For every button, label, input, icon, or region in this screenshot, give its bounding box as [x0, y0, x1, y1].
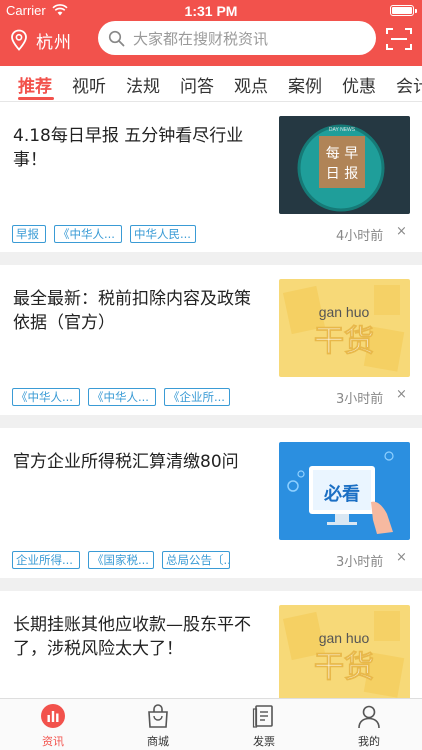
search-input[interactable]: 大家都在搜财税资讯	[98, 21, 376, 55]
thumb-bikan-text: 必看	[323, 483, 360, 505]
tab-recommend[interactable]: 推荐	[18, 72, 52, 97]
article-thumbnail: 必看	[279, 442, 410, 540]
article-title: 官方企业所得税汇算清缴80问	[13, 452, 239, 472]
tab-benefits[interactable]: 优惠	[342, 72, 376, 97]
article-card[interactable]: 4.18每日早报 五分钟看尽行业事！ DAY NEWS 每 早 日 报 早报 《…	[0, 102, 422, 252]
article-time: 3小时前	[336, 555, 384, 570]
app-header: Carrier 1:31 PM 杭州 大家都在搜财税资讯	[0, 0, 422, 66]
nav-label: 商城	[147, 735, 169, 748]
thumb-day-news: DAY NEWS	[329, 127, 356, 133]
search-icon	[108, 30, 125, 46]
article-title: 长期挂账其他应收款—股东平不了，涉税风险太大了！	[13, 615, 251, 659]
article-time: 4小时前	[336, 229, 384, 244]
invoice-icon	[252, 705, 273, 728]
thumb-text-line1: 每 早	[326, 146, 358, 162]
thumb-ganhuo-text: 干货	[314, 650, 374, 685]
search-placeholder: 大家都在搜财税资讯	[133, 29, 269, 48]
dismiss-icon[interactable]: ×	[396, 550, 407, 565]
article-feed: 4.18每日早报 五分钟看尽行业事！ DAY NEWS 每 早 日 报 早报 《…	[0, 102, 422, 698]
thumb-pinyin: gan huo	[319, 630, 370, 646]
tab-regulations[interactable]: 法规	[126, 72, 160, 97]
article-card[interactable]: 长期挂账其他应收款—股东平不了，涉税风险太大了！ gan huo 干货	[0, 591, 422, 698]
dismiss-icon[interactable]: ×	[396, 224, 407, 239]
nav-mall[interactable]: 商城	[128, 703, 188, 749]
news-chart-icon	[41, 704, 65, 728]
shopping-bag-icon	[148, 704, 168, 728]
article-tag[interactable]: 《中华人...	[54, 225, 122, 243]
thumb-ganhuo-text: 干货	[314, 324, 374, 359]
article-tag[interactable]: 中华人民...	[130, 225, 196, 243]
tab-qa[interactable]: 问答	[180, 72, 214, 97]
battery-icon	[390, 5, 417, 16]
article-tag[interactable]: 《中华人...	[88, 388, 156, 406]
tab-accounting[interactable]: 会计	[396, 72, 422, 97]
tab-opinion[interactable]: 观点	[234, 72, 268, 97]
thumb-text-line2: 日 报	[326, 166, 358, 182]
thumb-pinyin: gan huo	[319, 304, 370, 320]
tab-video[interactable]: 视听	[72, 72, 106, 97]
nav-label: 发票	[253, 735, 275, 748]
article-tag[interactable]: 《企业所...	[164, 388, 230, 406]
article-card[interactable]: 最全最新：税前扣除内容及政策依据（官方） gan huo 干货 《中华人... …	[0, 265, 422, 415]
tab-cases[interactable]: 案例	[288, 72, 322, 97]
dismiss-icon[interactable]: ×	[396, 387, 407, 402]
article-tag[interactable]: 企业所得...	[12, 551, 80, 569]
active-tab-indicator	[18, 97, 54, 100]
article-card[interactable]: 官方企业所得税汇算清缴80问 必看 企业所得... 《国家税... 总局公告〔.…	[0, 428, 422, 578]
article-thumbnail: gan huo 干货	[279, 279, 410, 377]
article-title: 最全最新：税前扣除内容及政策依据（官方）	[13, 289, 251, 333]
nav-profile[interactable]: 我的	[339, 703, 399, 749]
article-tag[interactable]: 早报	[12, 225, 46, 243]
article-title: 4.18每日早报 五分钟看尽行业事！	[13, 126, 244, 170]
nav-label: 资讯	[42, 735, 64, 748]
article-time: 3小时前	[336, 392, 384, 407]
location-selector[interactable]: 杭州	[10, 27, 72, 53]
scan-icon[interactable]	[386, 27, 412, 51]
nav-news[interactable]: 资讯	[23, 703, 83, 749]
status-time: 1:31 PM	[184, 3, 238, 19]
article-tag[interactable]: 《国家税...	[88, 551, 154, 569]
article-tag[interactable]: 《中华人...	[12, 388, 80, 406]
article-thumbnail: gan huo 干货	[279, 605, 410, 698]
nav-label: 我的	[358, 735, 380, 748]
city-label: 杭州	[36, 32, 72, 53]
location-pin-icon	[11, 29, 27, 51]
nav-invoice[interactable]: 发票	[234, 703, 294, 749]
person-icon	[358, 705, 380, 729]
category-tabs: 推荐 视听 法规 问答 观点 案例 优惠 会计	[0, 66, 422, 102]
bottom-tab-bar: 资讯 商城 发票 我的	[0, 698, 422, 750]
status-bar: Carrier 1:31 PM	[0, 0, 422, 22]
article-tag[interactable]: 总局公告〔...	[162, 551, 230, 569]
article-thumbnail: DAY NEWS 每 早 日 报	[279, 116, 410, 214]
